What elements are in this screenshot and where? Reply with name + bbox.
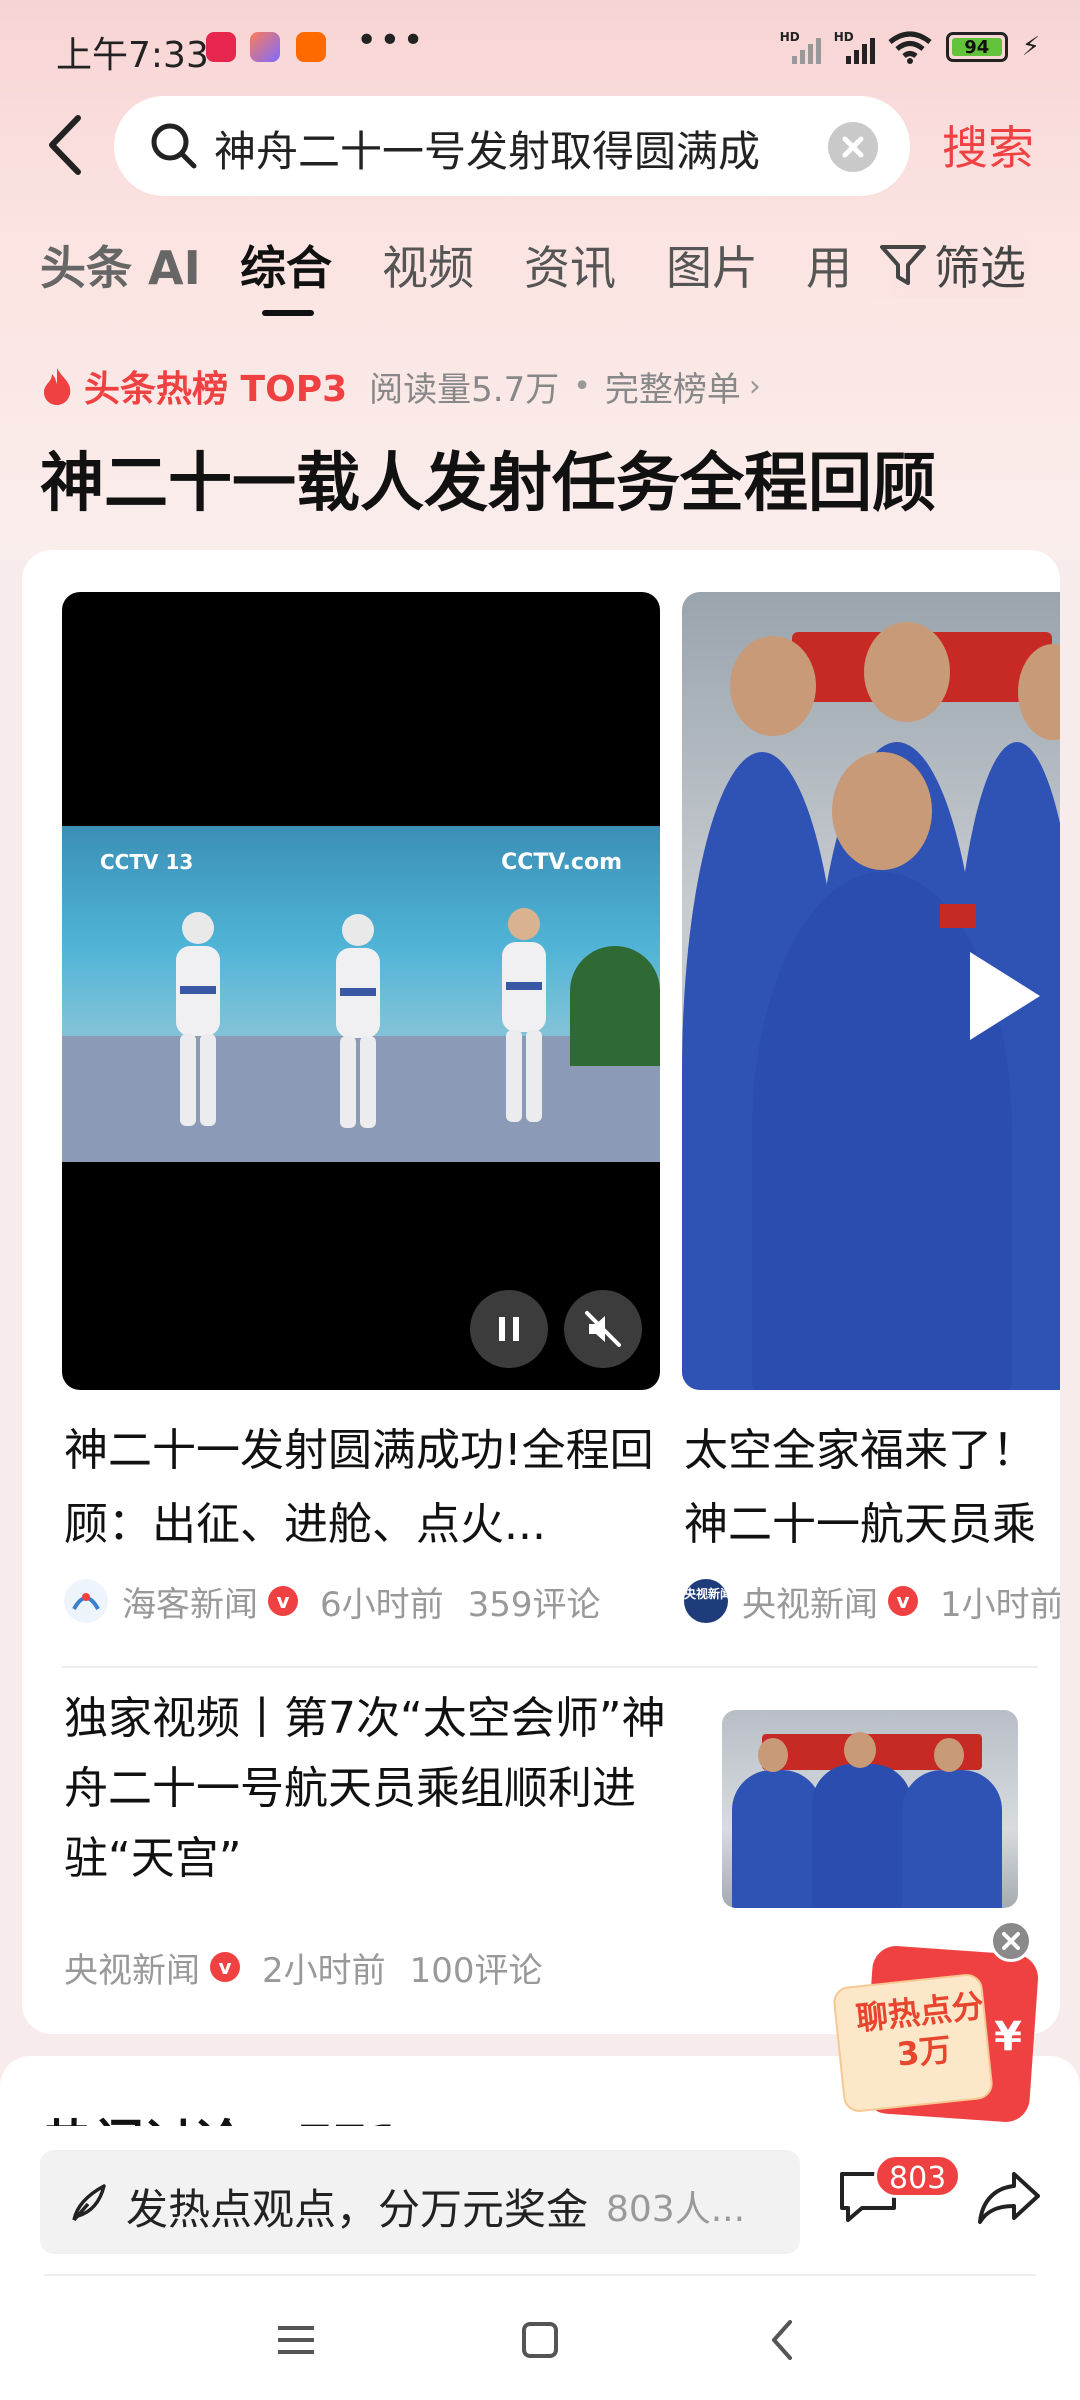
clear-search-button[interactable]: [828, 122, 878, 172]
tab-video[interactable]: 视频: [382, 232, 474, 298]
app-notification-icon-red: [206, 32, 236, 62]
timestamp: 6小时前: [320, 1584, 444, 1625]
video-title[interactable]: 太空全家福来了！ 神二十一航天员乘: [684, 1414, 1060, 1562]
tab-comprehensive[interactable]: 综合: [240, 232, 332, 298]
tab-news[interactable]: 资讯: [524, 232, 616, 298]
filter-button[interactable]: 筛选: [872, 232, 1026, 298]
chevron-right-icon: ›: [748, 368, 761, 404]
close-icon: [842, 136, 864, 158]
video-title-line: 太空全家福来了！: [684, 1425, 1036, 1476]
play-icon: [970, 952, 1040, 1040]
page-title: 神二十一载人发射任务全程回顾: [40, 447, 936, 521]
comment-count: 100评论: [409, 1950, 543, 1991]
filter-label: 筛选: [934, 241, 1026, 295]
divider: [62, 1666, 1038, 1668]
hot-list-row[interactable]: 头条热榜 TOP3 阅读量5.7万 • 完整榜单 ›: [40, 358, 761, 414]
separator-dot: •: [573, 368, 591, 404]
video-meta: 海客新闻 v 6小时前 359评论: [64, 1576, 601, 1626]
system-nav-bar: [0, 2276, 1080, 2400]
battery-icon: 94: [945, 32, 1008, 62]
battery-level: 94: [964, 36, 990, 58]
video-title-line: 神二十一航天员乘: [684, 1499, 1036, 1550]
menu-icon[interactable]: [270, 2314, 322, 2366]
comment-count-badge: 803: [874, 2154, 962, 2198]
pause-icon: [499, 1317, 519, 1341]
status-time: 上午7:33: [56, 35, 209, 76]
timestamp: 1小时前: [940, 1584, 1060, 1625]
comment-bar: 发热点观点，分万元奖金 803人... 803: [0, 2126, 1080, 2276]
tab-images[interactable]: 图片: [666, 232, 758, 298]
mute-button[interactable]: [564, 1290, 642, 1368]
share-icon[interactable]: [976, 2166, 1042, 2226]
article-meta: 央视新闻 v 2小时前 100评论: [64, 1942, 543, 1992]
promo-text: 聊热点分3万: [854, 1986, 986, 2074]
home-icon[interactable]: [514, 2314, 566, 2366]
video-frame-image: CCTV 13 CCTV.com: [62, 826, 660, 1162]
video-meta: 央视新闻 央视新闻 v 1小时前: [684, 1576, 1060, 1626]
back-nav-icon[interactable]: [758, 2314, 810, 2366]
comment-input[interactable]: 发热点观点，分万元奖金 803人...: [40, 2150, 800, 2254]
back-icon[interactable]: [40, 110, 90, 180]
hot-list-label: 头条热榜 TOP3: [84, 369, 348, 410]
yen-icon: ¥: [994, 2014, 1022, 2060]
search-input[interactable]: 神舟二十一号发射取得圆满成: [214, 118, 824, 179]
category-tabs: 头条 AI 综合 视频 资讯 图片 用 筛选: [0, 222, 1080, 316]
app-notification-icon-play: [250, 32, 280, 62]
tab-toutiao-ai[interactable]: 头条 AI: [40, 232, 201, 298]
read-count: 阅读量5.7万: [369, 369, 560, 410]
promo-widget[interactable]: 聊热点分3万 ¥: [831, 1944, 1040, 2124]
search-submit-button[interactable]: 搜索: [942, 112, 1034, 178]
signal-icon-1: HD: [780, 30, 821, 64]
cctv-news-logo: 央视新闻: [684, 1579, 728, 1623]
video-title[interactable]: 神二十一发射圆满成功!全程回顾：出征、进舱、点火...: [64, 1414, 664, 1562]
source-name[interactable]: 海客新闻: [122, 1577, 258, 1626]
comment-count: 359评论: [467, 1584, 601, 1625]
cctv13-logo: CCTV 13: [100, 850, 194, 874]
charging-icon: ⚡: [1021, 32, 1040, 62]
close-icon: [1002, 1932, 1020, 1950]
comment-placeholder: 发热点观点，分万元奖金: [126, 2185, 589, 2234]
status-bar: 上午7:33 ••• HD HD 94 ⚡: [0, 0, 1080, 100]
pen-icon: [72, 2184, 106, 2222]
status-right-cluster: HD HD 94 ⚡: [780, 30, 1040, 64]
muted-speaker-icon: [585, 1311, 621, 1347]
filter-icon: [880, 245, 926, 285]
verified-badge: v: [268, 1586, 298, 1616]
article-title[interactable]: 独家视频丨第7次“太空会师”神舟二十一号航天员乘组顺利进驻“天宫”: [64, 1684, 684, 1894]
full-list-link[interactable]: 完整榜单: [605, 362, 741, 411]
participants-count: 803人...: [606, 2189, 746, 2230]
astronaut-figure: [502, 908, 546, 1122]
verified-badge: v: [888, 1586, 918, 1616]
verified-badge: v: [210, 1952, 240, 1982]
video-player-launch[interactable]: CCTV 13 CCTV.com: [62, 592, 660, 1390]
astronaut-figure: [176, 912, 220, 1126]
signal-icon-2: HD: [834, 30, 875, 64]
timestamp: 2小时前: [262, 1950, 386, 1991]
wifi-icon: [888, 31, 932, 64]
tab-users[interactable]: 用: [806, 232, 852, 298]
cctv-news-logo-text: 央视新闻: [684, 1587, 728, 1601]
article-thumbnail[interactable]: [722, 1710, 1018, 1908]
video-thumbnail-family-photo[interactable]: [682, 592, 1060, 1390]
source-name[interactable]: 央视新闻: [742, 1577, 878, 1626]
promo-close-button[interactable]: [990, 1920, 1032, 1962]
flame-icon: [44, 368, 71, 405]
astronaut-figure: [336, 914, 380, 1128]
news-card: CCTV 13 CCTV.com 神二十一发射圆满成功!全程回顾：出征、进舱、点…: [22, 550, 1060, 2034]
haike-news-logo: [64, 1579, 108, 1623]
source-name[interactable]: 央视新闻: [64, 1943, 200, 1992]
pause-button[interactable]: [470, 1290, 548, 1368]
search-bar[interactable]: 神舟二十一号发射取得圆满成: [114, 96, 910, 196]
more-notifications-icon: •••: [356, 20, 426, 61]
cctv-com-logo: CCTV.com: [501, 850, 622, 875]
active-tab-indicator: [262, 310, 314, 316]
search-icon: [151, 123, 197, 169]
app-notification-icon-mi: [296, 32, 326, 62]
